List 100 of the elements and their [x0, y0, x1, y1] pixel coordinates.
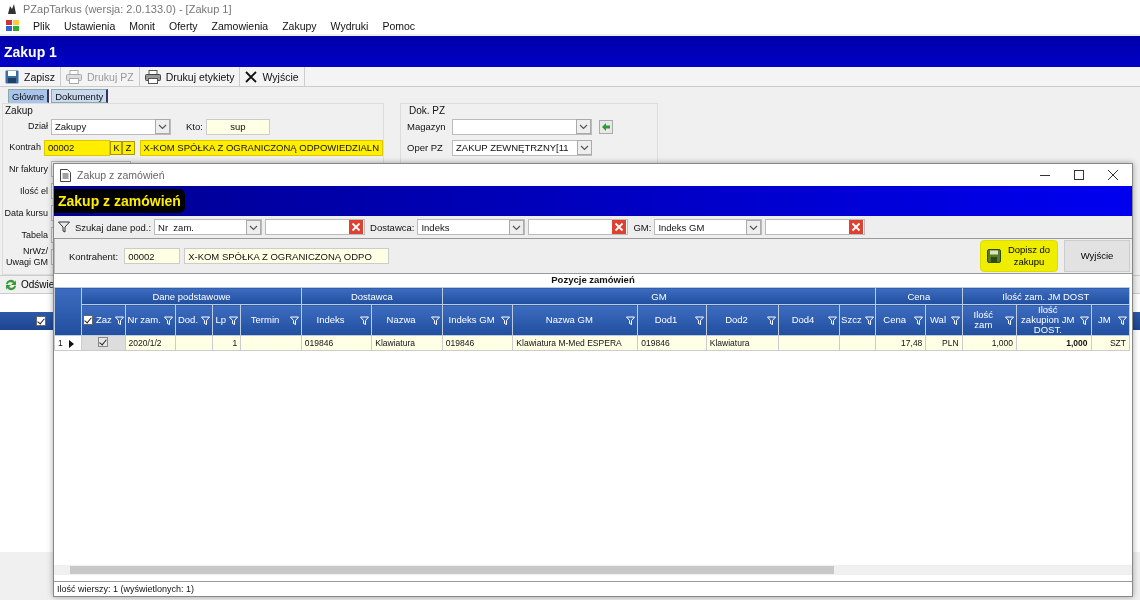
column-header[interactable]: Indeks — [301, 304, 372, 336]
field-label: NrWz/ Uwagi GM — [5, 246, 48, 268]
refresh-button[interactable]: Odświe — [0, 277, 59, 292]
checkbox[interactable] — [82, 315, 93, 325]
checkbox[interactable] — [98, 337, 109, 347]
search-field[interactable] — [765, 219, 866, 235]
field-label: Kto: — [186, 121, 203, 132]
column-header[interactable]: Dod2 — [706, 304, 779, 336]
menu-item[interactable]: Plik — [26, 20, 57, 32]
menu-item[interactable]: Ustawienia — [56, 20, 123, 32]
dropdown-caret-icon — [509, 219, 525, 235]
dropdown[interactable]: Indeks — [417, 219, 526, 235]
grid-corner — [54, 287, 82, 336]
column-header[interactable]: Nazwa GM — [512, 304, 638, 336]
dropdown[interactable]: Nr zam. — [154, 219, 263, 235]
dropdown[interactable]: ZAKUP ZEWNĘTRZNY[11 — [452, 139, 592, 156]
menu-item[interactable]: Pomoc — [375, 20, 423, 32]
dialog-heading: Zakup z zamówień — [54, 189, 185, 213]
small-button[interactable]: Z — [122, 140, 135, 155]
floppy-icon — [987, 249, 1001, 263]
close-icon — [1108, 170, 1118, 180]
filter-icon — [827, 315, 837, 325]
menu-item[interactable]: Oferty — [161, 20, 205, 32]
filter-icon — [694, 315, 704, 325]
text-field[interactable]: X-KOM SPÓŁKA Z OGRANICZONĄ ODPO — [184, 248, 390, 264]
small-button[interactable]: K — [110, 140, 123, 155]
field-label: Data kursu — [3, 207, 48, 219]
filter-icon — [430, 315, 440, 325]
column-group-header: Dostawca — [301, 287, 443, 305]
menu-item[interactable]: Monit — [122, 20, 162, 32]
filter-icon — [360, 315, 370, 325]
column-header[interactable]: Nr zam. — [125, 304, 176, 336]
menu-item[interactable]: Zakupy — [275, 20, 324, 32]
dropdown[interactable] — [452, 118, 592, 135]
window-title: Zakup z zamówień — [77, 169, 166, 181]
filter-icon — [229, 315, 239, 325]
maximize-icon — [1074, 170, 1084, 180]
column-header[interactable]: Ilość zam — [962, 304, 1017, 336]
field-label: GM: — [633, 221, 652, 233]
filter-icon — [950, 315, 960, 325]
column-header[interactable]: Ilość zakupion JM DOST. — [1016, 304, 1092, 336]
document-title-bar: Zakup 1 — [0, 36, 1140, 67]
column-header[interactable]: Indeks GM — [442, 304, 513, 336]
grid-title: Pozycje zamówień — [550, 274, 636, 287]
field-label: Dostawca: — [370, 221, 415, 233]
column-header[interactable]: Dod4 — [778, 304, 840, 336]
filter-icon — [58, 221, 70, 233]
group-title: Dok. PZ — [409, 106, 447, 116]
dropdown-caret-icon — [246, 219, 262, 235]
filter-icon — [767, 315, 777, 325]
dialog-button[interactable]: Wyjście — [1064, 240, 1130, 272]
dropdown[interactable]: Indeks GM — [654, 219, 763, 235]
checkbox[interactable] — [36, 316, 46, 326]
dropdown-caret-icon — [746, 219, 762, 235]
filter-icon — [163, 315, 173, 325]
clear-icon — [849, 220, 864, 234]
column-header[interactable]: Nazwa — [371, 304, 443, 336]
text-field[interactable]: sup — [205, 118, 270, 135]
filter-icon — [114, 315, 124, 325]
back-arrow-icon — [599, 119, 613, 134]
dropdown[interactable]: Zakupy — [51, 118, 171, 135]
filter-icon — [914, 315, 924, 325]
field-label: Kontrah — [8, 142, 41, 153]
field-label: Dział — [27, 121, 48, 132]
scrollbar-thumb[interactable] — [70, 566, 834, 574]
field-label: Kontrahent: — [69, 250, 119, 262]
field-label: Tabela — [20, 229, 48, 241]
toolbar-button[interactable]: Drukuj etykiety — [139, 67, 241, 86]
clear-icon — [349, 220, 364, 234]
text-field[interactable]: X-KOM SPÓŁKA Z OGRANICZONĄ ODPOWIEDZIALN — [139, 139, 383, 156]
filter-icon — [1005, 315, 1014, 325]
app-icon — [6, 3, 18, 15]
column-group-header: GM — [442, 287, 876, 305]
search-field[interactable] — [265, 219, 366, 235]
filter-icon — [289, 315, 299, 325]
field-label: Szukaj dane pod.: — [75, 221, 152, 233]
app-menu-icon — [6, 20, 20, 32]
text-field[interactable]: 00002 — [124, 248, 181, 264]
menu-item[interactable]: Wydruki — [323, 20, 376, 32]
menu-item[interactable]: Zamowienia — [204, 20, 276, 32]
column-group-header: Dane podstawowe — [81, 287, 302, 305]
field-label: Magazyn — [407, 121, 447, 132]
column-group-header: Ilość zam. JM DOST — [962, 287, 1130, 305]
toolbar-button[interactable]: Wyjście — [240, 67, 305, 86]
filter-icon — [201, 315, 211, 325]
tab[interactable]: Główne — [8, 89, 50, 103]
dialog-button[interactable]: Dopisz do zakupu — [980, 240, 1058, 272]
search-field[interactable] — [528, 219, 629, 235]
field-label: Nr faktury — [8, 163, 48, 175]
toolbar-button[interactable]: Zapisz — [0, 67, 61, 86]
column-header[interactable]: Cena — [875, 304, 926, 336]
text-field[interactable]: 00002 — [43, 139, 111, 156]
horizontal-scrollbar[interactable] — [54, 565, 1132, 575]
column-group-header: Cena — [875, 287, 963, 305]
group-title: Zakup — [5, 106, 34, 116]
tab[interactable]: Dokumenty — [51, 89, 109, 103]
dropdown-caret-icon — [576, 140, 592, 155]
column-header[interactable]: Dod1 — [637, 304, 707, 336]
column-header[interactable]: Termin — [240, 304, 302, 336]
field-label: Ilość el — [19, 185, 48, 197]
